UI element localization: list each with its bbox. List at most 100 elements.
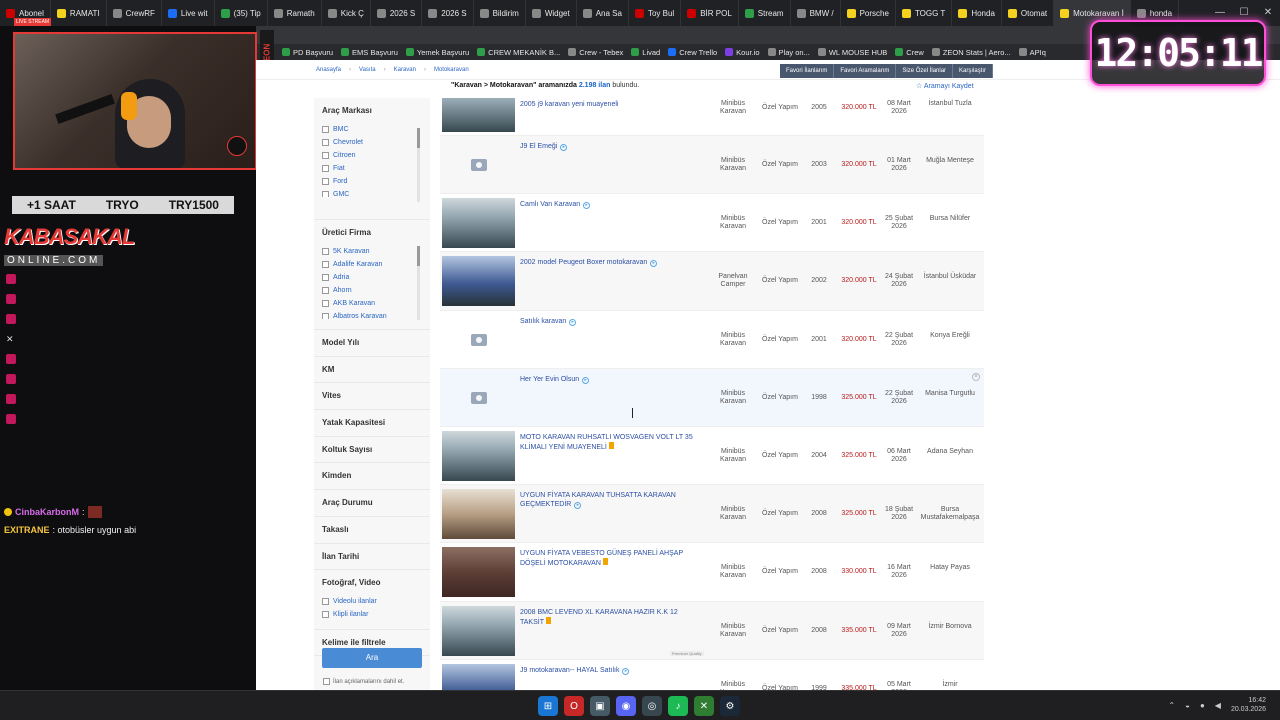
filter-option[interactable]: Citroen (322, 149, 422, 162)
listing-row[interactable]: UYGUN FİYATA KARAVAN TUHSATTA KARAVAN GE… (440, 485, 984, 544)
compare-link[interactable]: Karşılaştır (953, 64, 994, 78)
listing-title[interactable]: MOTO KARAVAN RUHSATLI WOSVAGEN VOLT LT 3… (520, 433, 698, 452)
listing-title[interactable]: Her Yer Evin Olsun ▸ (520, 375, 698, 384)
checkbox[interactable] (322, 300, 329, 307)
bookmark-item[interactable]: PD Başvuru (282, 48, 333, 57)
favorite-searches-link[interactable]: Favori Aramalarım (834, 64, 897, 78)
breadcrumb-karavan[interactable]: Karavan (394, 67, 416, 73)
breadcrumb-home[interactable]: Anasayfa (316, 67, 341, 73)
windows-start-icon[interactable]: ⊞ (538, 696, 558, 716)
checkbox[interactable] (322, 191, 329, 197)
obs-icon[interactable]: ◎ (642, 696, 662, 716)
filter-section[interactable]: Yatak Kapasitesi (314, 410, 430, 437)
browser-tab[interactable]: TOGG T (896, 0, 953, 26)
browser-tab[interactable]: Ana Sa (577, 0, 629, 26)
checkbox[interactable] (323, 678, 330, 685)
filter-section[interactable]: Takaslı (314, 517, 430, 544)
browser-tab[interactable]: RAMATI (51, 0, 107, 26)
listing-title[interactable]: 2005 j9 karavan yeni muayeneli (520, 100, 698, 109)
browser-tab[interactable]: (35) Tip (215, 0, 268, 26)
filter-option[interactable]: Videolu ilanlar (322, 595, 422, 608)
chevron-up-icon[interactable]: ⌃ (1168, 701, 1175, 710)
filter-section[interactable]: Araç Durumu (314, 490, 430, 517)
xbox-icon[interactable]: ✕ (694, 696, 714, 716)
speaker-icon[interactable]: ◀ (1215, 701, 1221, 710)
scrollbar[interactable] (417, 246, 420, 320)
filter-section[interactable]: Koltuk Sayısı (314, 437, 430, 464)
filter-option[interactable]: AKB Karavan (322, 297, 422, 310)
listing-thumbnail[interactable] (442, 256, 515, 307)
browser-tab[interactable]: Ramath (268, 0, 322, 26)
checkbox[interactable] (322, 313, 329, 319)
bookmark-item[interactable]: Yemek Başvuru (405, 48, 469, 57)
filter-section[interactable]: KM (314, 357, 430, 384)
checkbox[interactable] (322, 261, 329, 268)
spotify-icon[interactable]: ♪ (668, 696, 688, 716)
filter-title[interactable]: Fotoğraf, Video (322, 578, 422, 587)
browser-tab[interactable]: BİR POL (681, 0, 739, 26)
steam-icon[interactable]: ⚙ (720, 696, 740, 716)
listing-row[interactable]: J9 motokaravan-- HAYAL Satılık▸ Minibüs K… (440, 659, 984, 690)
checkbox[interactable] (322, 248, 329, 255)
checkbox[interactable] (322, 611, 329, 619)
browser-tab[interactable]: 2026 S (422, 0, 474, 26)
checkbox[interactable] (322, 139, 329, 146)
filter-title[interactable]: Kelime ile filtrele (322, 638, 422, 647)
custom-listings-link[interactable]: Size Özel İlanlar (896, 64, 954, 78)
browser-tab[interactable]: Honda (952, 0, 1002, 26)
breadcrumb-motokaravan[interactable]: Motokaravan (434, 67, 469, 73)
listing-row[interactable]: Satılık karavan ▸ Minibüs Karavan Özel Yapı… (440, 310, 984, 369)
filter-option[interactable]: Fiat (322, 162, 422, 175)
filter-option[interactable]: BMC (322, 123, 422, 136)
checkbox[interactable] (322, 274, 329, 281)
bookmark-item[interactable]: Play on... (767, 48, 810, 57)
file-explorer-icon[interactable]: ▣ (590, 696, 610, 716)
listing-thumbnail[interactable] (442, 198, 515, 249)
bookmark-item[interactable]: CREW MEKANİK B... (477, 48, 560, 57)
browser-tab[interactable]: 2026 S (371, 0, 423, 26)
bookmark-item[interactable]: Kour.io (725, 48, 760, 57)
filter-section[interactable]: Kimden (314, 463, 430, 491)
filter-option[interactable]: Adria (322, 271, 422, 284)
listing-title[interactable]: UYGUN FİYATA KARAVAN TUHSATTA KARAVAN GE… (520, 491, 698, 510)
filter-option[interactable]: Chevrolet (322, 136, 422, 149)
browser-tab[interactable]: Otomat (1002, 0, 1055, 26)
favorite-listings-link[interactable]: Favori İlanlarım (780, 64, 835, 78)
search-button[interactable]: Ara (322, 648, 422, 668)
filter-option[interactable]: Ahorn (322, 284, 422, 297)
bookmark-item[interactable]: Crew Trello (668, 48, 717, 57)
browser-tab[interactable]: Widget (526, 0, 577, 26)
filter-section[interactable]: Model Yılı (314, 330, 430, 357)
checkbox[interactable] (322, 152, 329, 159)
browser-tab[interactable]: Bildirim (474, 0, 526, 26)
browser-tab[interactable]: Porsche (841, 0, 896, 26)
listing-row[interactable]: MOTO KARAVAN RUHSATLI WOSVAGEN VOLT LT 3… (440, 426, 984, 486)
listing-thumbnail[interactable] (442, 430, 515, 481)
checkbox[interactable] (322, 126, 329, 133)
bookmark-item[interactable]: EMS Başvuru (341, 48, 398, 57)
filter-option[interactable]: Klipli ilanlar (322, 608, 422, 621)
bookmark-item[interactable]: ZEON Stats | Aero... (931, 48, 1011, 57)
filter-option[interactable]: Albatros Karavan (322, 310, 422, 319)
listing-row[interactable]: 2008 BMC LEVEND XL KARAVANA HAZIR K.K 12… (440, 601, 984, 660)
checkbox[interactable] (322, 598, 329, 606)
listing-title[interactable]: 2008 BMC LEVEND XL KARAVANA HAZIR K.K 12… (520, 608, 698, 627)
filter-section[interactable]: Vites (314, 383, 430, 411)
listing-title[interactable]: Satılık karavan ▸ (520, 317, 698, 326)
listing-thumbnail[interactable] (442, 547, 515, 598)
checkbox[interactable] (322, 178, 329, 185)
listing-thumbnail[interactable] (442, 605, 515, 656)
listing-title[interactable]: UYGUN FİYATA VEBESTO GÜNEŞ PANELİ AHŞAP … (520, 549, 698, 568)
filter-section[interactable]: İlan Tarihi (314, 544, 430, 571)
filter-option[interactable]: Ford (322, 175, 422, 188)
browser-tab[interactable]: Toy Bul (629, 0, 682, 26)
system-clock[interactable]: 16:42 20.03.2026 (1231, 696, 1266, 714)
discord-icon[interactable]: ◉ (616, 696, 636, 716)
listing-row[interactable]: Her Yer Evin Olsun ▸ Minibüs Karavan Özel Y… (440, 368, 984, 427)
bookmark-item[interactable]: Crew - Tebex (568, 48, 623, 57)
listing-title[interactable]: Camlı Van Karavan ▸ (520, 200, 698, 210)
no-photo-thumbnail[interactable] (442, 140, 515, 190)
opera-icon[interactable]: O (564, 696, 584, 716)
hide-listing-icon[interactable]: × (972, 372, 980, 381)
include-description-option[interactable]: İlan açıklamalarını dahil et. (323, 678, 404, 685)
